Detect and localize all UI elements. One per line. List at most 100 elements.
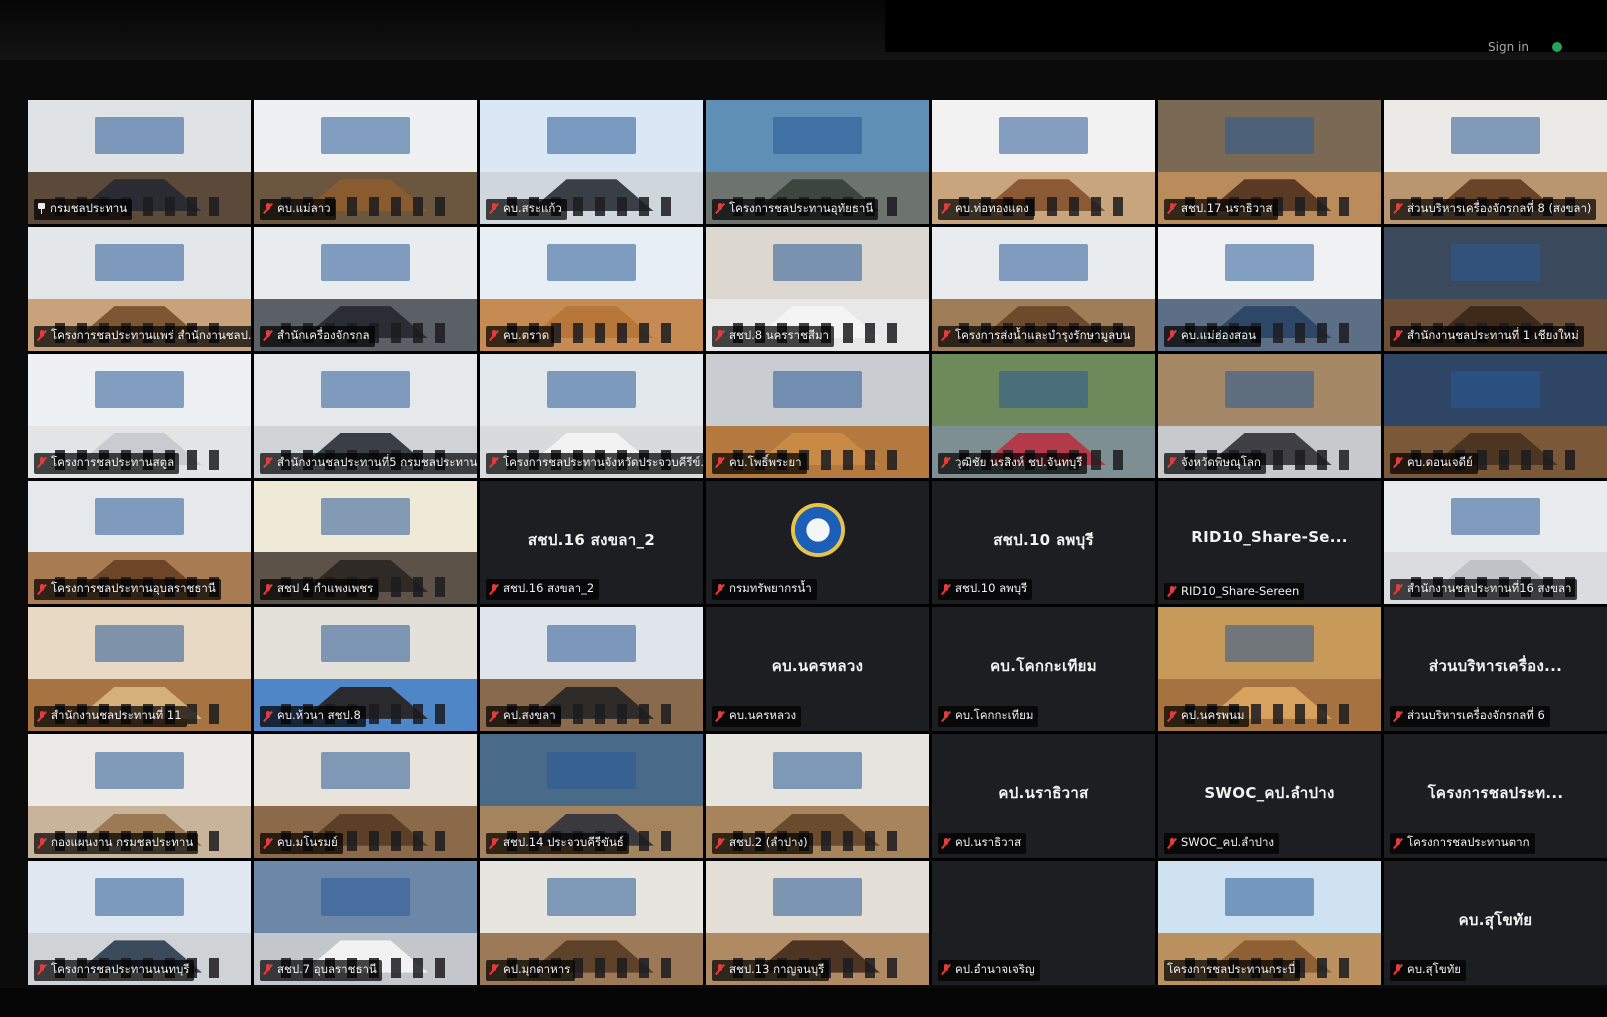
- participant-tile[interactable]: คบ.ท่อทองแดง: [932, 100, 1155, 224]
- mic-muted-icon: [1167, 203, 1177, 214]
- participant-tile[interactable]: SWOC_คป.ลำปาง SWOC_คป.ลำปาง: [1158, 734, 1381, 859]
- participant-name-text: โครงการชลประทานอุทัยธานี: [729, 200, 874, 215]
- mic-muted-icon: [1393, 837, 1403, 849]
- participant-tile[interactable]: สำนักเครื่องจักรกล: [254, 226, 477, 351]
- participant-tile[interactable]: สชป.7 อุบลราชธานี: [254, 861, 477, 985]
- participant-name-text: กรมชลประทาน: [50, 200, 128, 215]
- mic-muted-icon: [37, 583, 47, 595]
- participant-tile[interactable]: สชป.16 สงขลา_2 สชป.16 สงขลา_2: [480, 480, 703, 605]
- mic-muted-icon: [1393, 710, 1403, 722]
- participant-tile[interactable]: ส่วนบริหารเครื่องจักรกลที่ 8 (สงขลา): [1384, 100, 1607, 224]
- participant-tile[interactable]: คบ.นครหลวง คบ.นครหลวง: [706, 607, 929, 732]
- participant-tile[interactable]: กรมทรัพยากรน้ำ: [706, 480, 929, 605]
- mic-muted-icon: [941, 203, 951, 214]
- participant-name-label: โครงการชลประทานแพร่ สำนักงานชลป...: [34, 325, 251, 347]
- participant-name-text: คป.นครพนม: [1181, 708, 1245, 723]
- participant-tile[interactable]: สชป.14 ประจวบคีรีขันธ์: [480, 734, 703, 859]
- participant-tile[interactable]: คบ.ห้วนา สชป.8: [254, 607, 477, 732]
- participant-display-name: คบ.โคกกะเทียม: [990, 657, 1097, 676]
- participant-tile[interactable]: คบ.สระแก้ว: [480, 100, 703, 224]
- mic-muted-icon: [1393, 203, 1403, 214]
- mic-muted-icon: [263, 837, 273, 849]
- mic-muted-icon: [263, 583, 273, 595]
- participant-name-text: คบ.โพธิ์พระยา: [729, 454, 802, 469]
- participant-tile[interactable]: สชป.8 นครราชสีมา: [706, 226, 929, 351]
- participant-name-label: คบ.สุโขทัย: [1390, 959, 1467, 981]
- participant-name-text: SWOC_คป.ลำปาง: [1181, 835, 1275, 850]
- participant-tile[interactable]: คป.นครพนม: [1158, 607, 1381, 732]
- participant-name-text: คบ.ห้วนา สชป.8: [277, 708, 361, 723]
- participant-name-label: คป.มุกดาหาร: [486, 959, 576, 981]
- participant-name-text: คป.นราธิวาส: [955, 835, 1022, 850]
- participant-tile[interactable]: คป.นราธิวาส คป.นราธิวาส: [932, 734, 1155, 859]
- participant-name-label: โครงการชลประทานสตูล: [34, 452, 180, 474]
- participant-tile[interactable]: สชป.17 นราธิวาส: [1158, 100, 1381, 224]
- participant-tile[interactable]: สำนักงานชลประทานที่ 1 เชียงใหม่: [1384, 226, 1607, 351]
- participant-tile[interactable]: สำนักงานชลประทานที่5 กรมชลประทาน: [254, 353, 477, 478]
- participant-tile[interactable]: คป.อำนาจเจริญ: [932, 861, 1155, 985]
- participant-tile[interactable]: คป.สงขลา: [480, 607, 703, 732]
- mic-muted-icon: [263, 203, 273, 214]
- participant-name-text: สชป.2 (ลำปาง): [729, 835, 808, 850]
- participant-name-text: สชป 4 กำแพงเพชร: [277, 581, 374, 596]
- participant-tile[interactable]: สชป.2 (ลำปาง): [706, 734, 929, 859]
- participant-name-label: สชป.17 นราธิวาส: [1164, 198, 1278, 220]
- participant-tile[interactable]: คบ.โคกกะเทียม คบ.โคกกะเทียม: [932, 607, 1155, 732]
- participant-tile[interactable]: คบ.แม่ฮ่องสอน: [1158, 226, 1381, 351]
- participant-tile[interactable]: โครงการส่งน้ำและบำรุงรักษามูลบน: [932, 226, 1155, 351]
- participant-tile[interactable]: โครงการชลประทานสตูล: [28, 353, 251, 478]
- participant-tile[interactable]: สชป.13 กาญจนบุรี: [706, 861, 929, 985]
- participant-tile[interactable]: RID10_Share-Se... RID10_Share-Sereen: [1158, 480, 1381, 605]
- participant-tile[interactable]: ส่วนบริหารเครื่อง... ส่วนบริหารเครื่องจัก…: [1384, 607, 1607, 732]
- participant-tile[interactable]: โครงการชลประทานอุทัยธานี: [706, 100, 929, 224]
- participant-name-label: SWOC_คป.ลำปาง: [1164, 833, 1280, 855]
- participant-tile[interactable]: สำนักงานชลประทานที่ 11: [28, 607, 251, 732]
- participant-name-text: คป.มุกดาหาร: [503, 961, 571, 976]
- participant-tile[interactable]: จังหวัดพิษณุโลก: [1158, 353, 1381, 478]
- participant-name-label: ส่วนบริหารเครื่องจักรกลที่ 6: [1390, 706, 1550, 728]
- participant-tile[interactable]: คป.มุกดาหาร: [480, 861, 703, 985]
- mic-muted-icon: [1393, 964, 1403, 975]
- mic-muted-icon: [37, 330, 47, 341]
- participant-tile[interactable]: คบ.โพธิ์พระยา: [706, 353, 929, 478]
- participant-name-label: สชป 4 กำแพงเพชร: [260, 579, 379, 601]
- participant-display-name: SWOC_คป.ลำปาง: [1204, 784, 1335, 803]
- participant-name-label: จังหวัดพิษณุโลก: [1164, 452, 1266, 474]
- participant-name-label: สำนักงานชลประทานที่ 11: [34, 706, 187, 728]
- participant-name-label: สชป.8 นครราชสีมา: [712, 325, 834, 347]
- participant-name-label: สชป.16 สงขลา_2: [486, 579, 600, 601]
- participant-tile[interactable]: สชป.10 ลพบุรี สชป.10 ลพบุรี: [932, 480, 1155, 605]
- participant-tile[interactable]: โครงการชลประทานนนทบุรี: [28, 861, 251, 985]
- participant-tile[interactable]: สชป 4 กำแพงเพชร: [254, 480, 477, 605]
- participant-tile[interactable]: คบ.ดอนเจดีย์: [1384, 353, 1607, 478]
- participant-name-text: คบ.แม่ฮ่องสอน: [1181, 327, 1256, 342]
- participant-name-text: คบ.โคกกะเทียม: [955, 708, 1034, 723]
- participant-tile[interactable]: โครงการชลประทานอุบลราชธานี: [28, 480, 251, 605]
- participant-name-label: กองแผนงาน กรมชลประทาน: [34, 833, 199, 855]
- participant-name-label: ส่วนบริหารเครื่องจักรกลที่ 8 (สงขลา): [1390, 198, 1597, 220]
- participant-tile[interactable]: โครงการชลประทานกระบี่: [1158, 861, 1381, 985]
- participant-tile[interactable]: กรมชลประทาน: [28, 100, 251, 224]
- participant-tile[interactable]: โครงการชลประท... โครงการชลประทานตาก: [1384, 734, 1607, 859]
- mic-muted-icon: [263, 710, 273, 722]
- connection-status-icon: [1552, 42, 1562, 52]
- participant-tile[interactable]: คบ.มโนรมย์: [254, 734, 477, 859]
- participant-tile[interactable]: สำนักงานชลประทานที่16 สงขลา: [1384, 480, 1607, 605]
- participant-name-text: จังหวัดพิษณุโลก: [1181, 454, 1261, 469]
- participant-tile[interactable]: กองแผนงาน กรมชลประทาน: [28, 734, 251, 859]
- participant-name-text: RID10_Share-Sereen: [1181, 584, 1300, 599]
- signin-link[interactable]: Sign in: [1488, 40, 1529, 54]
- participant-gallery-grid: กรมชลประทาน คบ.แม่ลาว คบ.สระแก้วโครงการชลป…: [28, 100, 1607, 985]
- participant-name-label: คป.สงขลา: [486, 706, 561, 728]
- participant-name-label: วุฒิชัย นรสิงห์ ชป.จันทบุรี: [938, 452, 1088, 474]
- participant-name-text: โครงการชลประทานจังหวัดประจวบคีรีข์...: [503, 454, 703, 469]
- participant-name-label: สชป.2 (ลำปาง): [712, 833, 813, 855]
- participant-tile[interactable]: โครงการชลประทานแพร่ สำนักงานชลป...: [28, 226, 251, 351]
- participant-tile[interactable]: คบ.แม่ลาว: [254, 100, 477, 224]
- participant-name-text: คบ.นครหลวง: [729, 708, 797, 723]
- participant-tile[interactable]: คบ.ตราด: [480, 226, 703, 351]
- participant-tile[interactable]: โครงการชลประทานจังหวัดประจวบคีรีข์...: [480, 353, 703, 478]
- participant-name-text: สชป.16 สงขลา_2: [503, 581, 595, 596]
- participant-tile[interactable]: คบ.สุโขทัย คบ.สุโขทัย: [1384, 861, 1607, 985]
- participant-tile[interactable]: วุฒิชัย นรสิงห์ ชป.จันทบุรี: [932, 353, 1155, 478]
